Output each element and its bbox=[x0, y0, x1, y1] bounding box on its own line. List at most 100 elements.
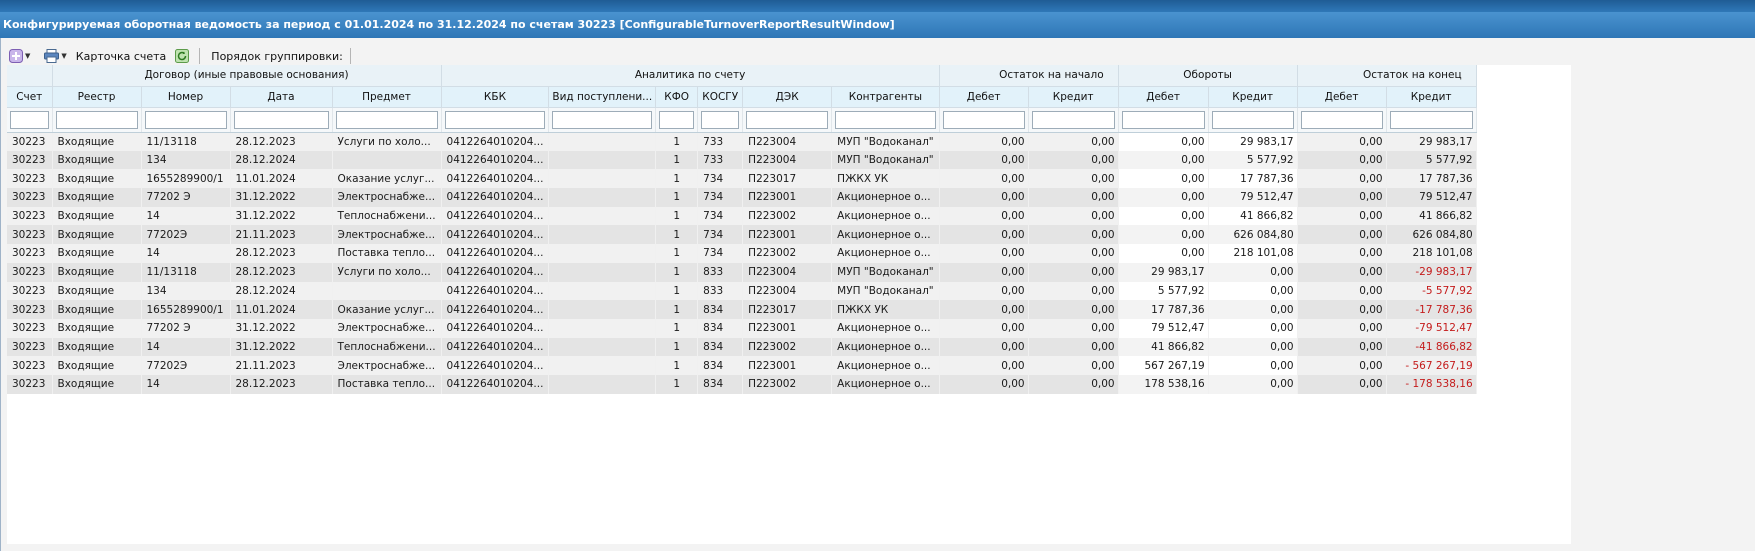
table-cell: 0412264010204... bbox=[441, 206, 550, 226]
table-cell: 1 bbox=[655, 318, 699, 338]
column-header[interactable]: КОСГУ bbox=[697, 86, 744, 108]
table-cell: Акционерное о... bbox=[831, 244, 940, 263]
table-cell: П223004 bbox=[742, 150, 833, 170]
table-cell: 0,00 bbox=[1028, 300, 1119, 319]
table-cell: 734 bbox=[697, 206, 744, 226]
table-row[interactable]: 30223 Входящие 1655289900/1 11.01.2024 Оказа… bbox=[7, 169, 1477, 189]
column-filter-input[interactable] bbox=[659, 110, 695, 129]
table-cell: 29 983,17 bbox=[1386, 132, 1477, 151]
table-cell: 0412264010204... bbox=[441, 169, 550, 189]
table-cell: 30223 bbox=[7, 374, 53, 394]
table-cell: Акционерное о... bbox=[831, 356, 940, 375]
table-cell: 79 512,47 bbox=[1208, 188, 1298, 207]
table-cell: Входящие bbox=[52, 356, 142, 375]
column-header[interactable]: Вид поступлени... bbox=[548, 86, 657, 108]
table-cell: Акционерное о... bbox=[831, 374, 940, 394]
filter-cell bbox=[939, 107, 1029, 133]
table-cell bbox=[548, 262, 657, 282]
column-header[interactable]: КБК bbox=[441, 86, 550, 108]
table-cell: 28.12.2023 bbox=[230, 132, 333, 151]
table-row[interactable]: 30223 Входящие 11/13118 28.12.2023 Услуги по… bbox=[7, 262, 1477, 282]
table-row[interactable]: 30223 Входящие 14 28.12.2023 Поставка тепло.… bbox=[7, 244, 1477, 263]
column-filter-input[interactable] bbox=[701, 110, 740, 129]
column-header[interactable]: Кредит bbox=[1386, 86, 1477, 108]
filter-cell bbox=[1028, 107, 1119, 133]
table-cell: 77202 Э bbox=[141, 318, 231, 338]
table-row[interactable]: 30223 Входящие 14 31.12.2022 Теплоснабжени..… bbox=[7, 337, 1477, 357]
column-filter-input[interactable] bbox=[1389, 110, 1473, 129]
table-cell: 30223 bbox=[7, 225, 53, 245]
table-row[interactable]: 30223 Входящие 14 28.12.2023 Поставка тепло.… bbox=[7, 374, 1477, 394]
column-filter-input[interactable] bbox=[942, 110, 1025, 129]
column-filter-input[interactable] bbox=[144, 110, 227, 129]
table-cell: 0,00 bbox=[1297, 244, 1387, 263]
table-row[interactable]: 30223 Входящие 77202Э 21.11.2023 Электроснаб… bbox=[7, 356, 1477, 375]
print-icon bbox=[44, 49, 60, 63]
column-group-header: Договор (иные правовые основания) Аналити… bbox=[7, 65, 1477, 87]
table-cell bbox=[548, 244, 657, 263]
filter-cell bbox=[742, 107, 833, 133]
table-cell: 0412264010204... bbox=[441, 132, 550, 151]
table-row[interactable]: 30223 Входящие 134 28.12.2024 0412264010204.… bbox=[7, 150, 1477, 170]
column-header[interactable]: Предмет bbox=[332, 86, 442, 108]
column-header[interactable]: Дебет bbox=[1118, 86, 1209, 108]
table-cell: -17 787,36 bbox=[1386, 300, 1477, 319]
table-cell: Входящие bbox=[52, 300, 142, 319]
table-cell: 1 bbox=[655, 262, 699, 282]
column-header[interactable]: Дебет bbox=[939, 86, 1029, 108]
column-filter-input[interactable] bbox=[233, 110, 329, 129]
column-filter-input[interactable] bbox=[1300, 110, 1383, 129]
grouping-order-label: Порядок группировки: bbox=[211, 49, 343, 63]
table-cell: Услуги по холо... bbox=[332, 132, 442, 151]
table-cell bbox=[548, 188, 657, 207]
column-header[interactable]: КФО bbox=[655, 86, 699, 108]
column-filter-input[interactable] bbox=[10, 110, 49, 129]
refresh-button[interactable] bbox=[173, 46, 191, 66]
column-header[interactable]: Номер bbox=[141, 86, 231, 108]
column-filter-input[interactable] bbox=[1121, 110, 1205, 129]
table-cell: 0,00 bbox=[939, 150, 1029, 170]
column-header[interactable]: Кредит bbox=[1208, 86, 1298, 108]
table-cell: 79 512,47 bbox=[1118, 318, 1209, 338]
table-cell: 0412264010204... bbox=[441, 356, 550, 375]
filter-cell bbox=[697, 107, 744, 133]
column-header[interactable]: Счет bbox=[7, 86, 53, 108]
table-cell: 0,00 bbox=[1297, 225, 1387, 245]
column-filter-input[interactable] bbox=[1031, 110, 1115, 129]
table-cell: 28.12.2023 bbox=[230, 244, 333, 263]
table-row[interactable]: 30223 Входящие 134 28.12.2024 0412264010204.… bbox=[7, 281, 1477, 301]
filter-cell bbox=[655, 107, 699, 133]
print-menu-button[interactable]: ▼ bbox=[42, 46, 68, 66]
column-header[interactable]: Дебет bbox=[1297, 86, 1387, 108]
column-filter-input[interactable] bbox=[746, 110, 829, 129]
table-row[interactable]: 30223 Входящие 1655289900/1 11.01.2024 Оказа… bbox=[7, 300, 1477, 319]
filter-cell bbox=[441, 107, 550, 133]
column-filter-input[interactable] bbox=[835, 110, 936, 129]
column-header[interactable]: Реестр bbox=[52, 86, 142, 108]
table-row[interactable]: 30223 Входящие 77202Э 21.11.2023 Электроснаб… bbox=[7, 225, 1477, 245]
column-filter-input[interactable] bbox=[1211, 110, 1294, 129]
table-cell: 1 bbox=[655, 206, 699, 226]
table-row[interactable]: 30223 Входящие 77202 Э 31.12.2022 Электросна… bbox=[7, 318, 1477, 338]
column-filter-input[interactable] bbox=[552, 110, 653, 129]
table-row[interactable]: 30223 Входящие 77202 Э 31.12.2022 Электросна… bbox=[7, 188, 1477, 207]
table-cell: Входящие bbox=[52, 225, 142, 245]
column-header[interactable]: Контрагенты bbox=[831, 86, 940, 108]
account-card-button[interactable]: Карточка счета bbox=[73, 50, 170, 63]
column-header[interactable]: Дата bbox=[230, 86, 333, 108]
table-cell: МУП "Водоканал" bbox=[831, 262, 940, 282]
column-header[interactable]: Кредит bbox=[1028, 86, 1119, 108]
table-cell: 218 101,08 bbox=[1386, 244, 1477, 263]
table-cell: 0,00 bbox=[1028, 169, 1119, 189]
table-cell: 5 577,92 bbox=[1386, 150, 1477, 170]
add-menu-button[interactable]: ▼ bbox=[7, 46, 32, 66]
column-filter-input[interactable] bbox=[444, 110, 546, 129]
table-cell: П223001 bbox=[742, 356, 833, 375]
table-row[interactable]: 30223 Входящие 11/13118 28.12.2023 Услуги по… bbox=[7, 132, 1477, 151]
column-header[interactable]: ДЭК bbox=[742, 86, 833, 108]
table-row[interactable]: 30223 Входящие 14 31.12.2022 Теплоснабжени..… bbox=[7, 206, 1477, 226]
filter-cell bbox=[831, 107, 940, 133]
column-filter-input[interactable] bbox=[335, 110, 438, 129]
column-group-header-cell: Остаток на начало bbox=[939, 65, 1119, 87]
column-filter-input[interactable] bbox=[55, 110, 138, 129]
